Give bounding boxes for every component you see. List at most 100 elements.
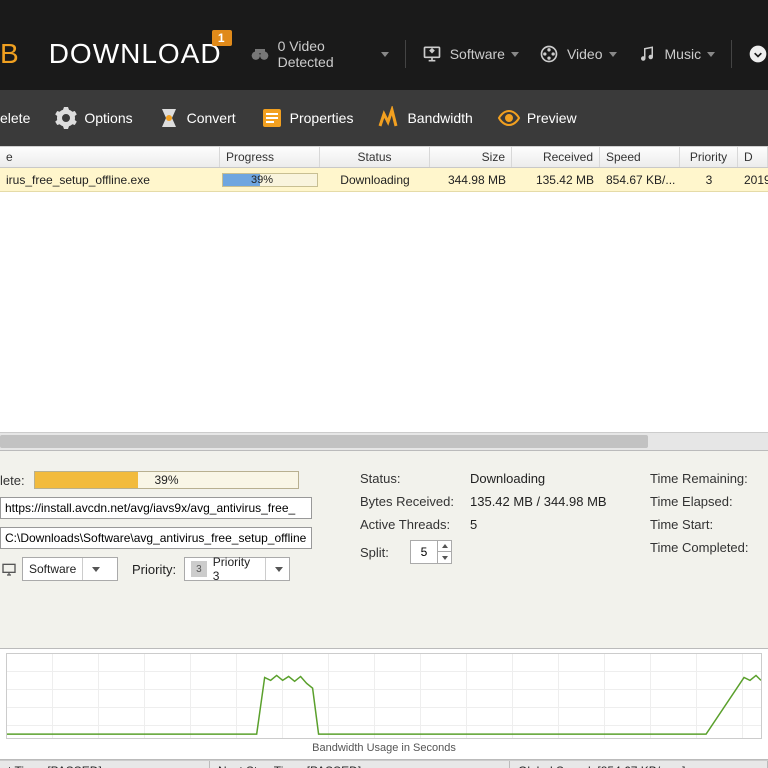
convert-label: Convert xyxy=(187,110,236,126)
cell-received: 135.42 MB xyxy=(512,173,600,187)
cell-priority: 3 xyxy=(680,173,738,187)
cell-size: 344.98 MB xyxy=(430,173,512,187)
col-status[interactable]: Status xyxy=(320,147,430,167)
table-header: e Progress Status Size Received Speed Pr… xyxy=(0,146,768,168)
preview-label: Preview xyxy=(527,110,577,126)
film-reel-icon xyxy=(539,44,559,64)
options-label: Options xyxy=(84,110,132,126)
complete-pct: 39% xyxy=(35,473,298,487)
bandwidth-icon xyxy=(377,106,401,130)
bandwidth-graph xyxy=(6,653,762,739)
priority-combo[interactable]: 3 Priority 3 xyxy=(184,557,290,581)
caret-down-icon xyxy=(609,52,617,57)
col-progress[interactable]: Progress xyxy=(220,147,320,167)
brand-prefix-fragment: B xyxy=(0,38,19,70)
path-field[interactable] xyxy=(0,527,312,549)
cell-speed: 854.67 KB/... xyxy=(600,173,680,187)
cell-progress: 39% xyxy=(220,171,320,189)
app-title: DOWNLOAD 1 xyxy=(49,38,222,70)
cell-status: Downloading xyxy=(320,173,430,187)
status-start-time: t Time: [PASSED] xyxy=(0,761,210,768)
music-label: Music xyxy=(665,46,702,62)
details-panel: lete: 39% Software Priority: 3 Priority … xyxy=(0,450,768,648)
caret-down-icon xyxy=(511,52,519,57)
music-dropdown[interactable]: Music xyxy=(627,32,726,76)
divider xyxy=(731,40,732,68)
convert-icon xyxy=(157,106,181,130)
horizontal-scrollbar[interactable] xyxy=(0,432,768,450)
col-received[interactable]: Received xyxy=(512,147,600,167)
delete-button[interactable]: elete xyxy=(0,90,42,146)
priority-label: Priority: xyxy=(132,562,176,577)
bandwidth-button[interactable]: Bandwidth xyxy=(365,90,484,146)
col-date[interactable]: D xyxy=(738,147,768,167)
split-label: Split: xyxy=(360,545,410,560)
cell-name: irus_free_setup_offline.exe xyxy=(0,173,220,187)
chevron-down-icon xyxy=(265,558,285,580)
status-bar: t Time: [PASSED] Next Stop Time: [PASSED… xyxy=(0,760,768,768)
spin-up-icon[interactable] xyxy=(437,541,451,552)
split-input[interactable] xyxy=(411,545,437,559)
chevron-down-icon xyxy=(82,558,102,580)
notification-badge[interactable]: 1 xyxy=(212,30,232,46)
category-combo[interactable]: Software xyxy=(22,557,118,581)
threads-value: 5 xyxy=(470,517,477,532)
priority-num-icon: 3 xyxy=(191,561,207,577)
url-field[interactable] xyxy=(0,497,312,519)
software-label: Software xyxy=(450,46,505,62)
table-row[interactable]: irus_free_setup_offline.exe 39% Download… xyxy=(0,168,768,192)
delete-label: elete xyxy=(0,110,30,126)
gear-icon xyxy=(54,106,78,130)
col-priority[interactable]: Priority xyxy=(680,147,738,167)
software-dropdown[interactable]: Software xyxy=(412,32,529,76)
video-dropdown[interactable]: Video xyxy=(529,32,627,76)
convert-button[interactable]: Convert xyxy=(145,90,248,146)
eye-icon xyxy=(497,106,521,130)
circle-down-icon xyxy=(748,44,768,64)
time-remaining-label: Time Remaining: xyxy=(650,471,760,486)
music-note-icon xyxy=(637,44,657,64)
complete-label: lete: xyxy=(0,473,30,488)
time-start-label: Time Start: xyxy=(650,517,760,532)
preview-button[interactable]: Preview xyxy=(485,90,589,146)
bytes-value: 135.42 MB / 344.98 MB xyxy=(470,494,607,509)
complete-progressbar: 39% xyxy=(34,471,299,489)
priority-value: Priority 3 xyxy=(213,555,260,583)
category-value: Software xyxy=(29,562,76,576)
divider xyxy=(405,40,406,68)
cell-date: 2019, xyxy=(738,173,768,187)
progress-text: 39% xyxy=(223,174,317,186)
status-stop-time: Next Stop Time: [PASSED] xyxy=(210,761,510,768)
monitor-icon xyxy=(422,44,442,64)
video-detected-label: 0 Video Detected xyxy=(278,38,375,70)
video-label: Video xyxy=(567,46,603,62)
app-title-text: DOWNLOAD xyxy=(49,38,222,69)
col-speed[interactable]: Speed xyxy=(600,147,680,167)
bytes-label: Bytes Received: xyxy=(360,494,470,509)
time-completed-label: Time Completed: xyxy=(650,540,760,555)
more-dropdown[interactable] xyxy=(738,32,768,76)
binoculars-icon xyxy=(250,44,270,64)
threads-label: Active Threads: xyxy=(360,517,470,532)
scrollbar-thumb[interactable] xyxy=(0,435,648,448)
status-global-speed: Global Speed: [854.67 KB/sec ] xyxy=(510,761,768,768)
bandwidth-graph-panel: Bandwidth Usage in Seconds xyxy=(0,648,768,760)
time-elapsed-label: Time Elapsed: xyxy=(650,494,760,509)
caret-down-icon xyxy=(381,52,389,57)
col-name[interactable]: e xyxy=(0,147,220,167)
bandwidth-label: Bandwidth xyxy=(407,110,472,126)
status-value: Downloading xyxy=(470,471,545,486)
spin-down-icon[interactable] xyxy=(437,552,451,563)
properties-label: Properties xyxy=(290,110,354,126)
graph-label: Bandwidth Usage in Seconds xyxy=(6,739,762,754)
split-stepper[interactable] xyxy=(410,540,452,564)
options-button[interactable]: Options xyxy=(42,90,144,146)
list-icon xyxy=(260,106,284,130)
table-empty-area xyxy=(0,192,768,432)
col-size[interactable]: Size xyxy=(430,147,512,167)
video-detected-dropdown[interactable]: 0 Video Detected xyxy=(240,32,399,76)
status-label: Status: xyxy=(360,471,470,486)
category-icon xyxy=(0,560,18,578)
caret-down-icon xyxy=(707,52,715,57)
properties-button[interactable]: Properties xyxy=(248,90,366,146)
